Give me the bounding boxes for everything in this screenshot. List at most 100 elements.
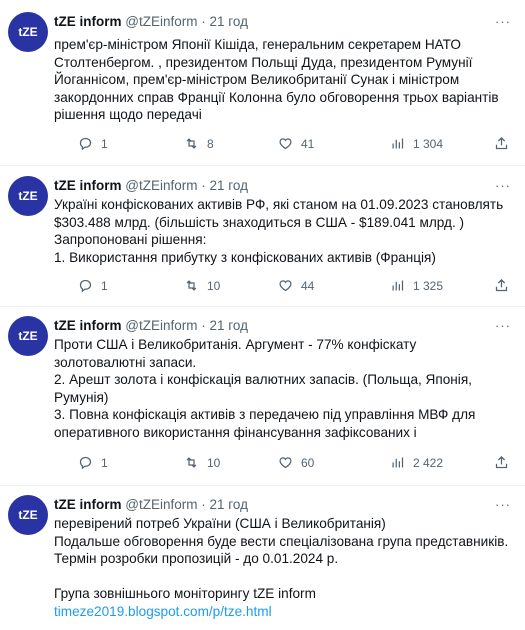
reply-count: 1 xyxy=(101,455,108,470)
text-line: Румунія) xyxy=(54,389,109,405)
more-options-icon[interactable]: ··· xyxy=(495,497,511,512)
reply-icon xyxy=(79,456,92,470)
retweet-button[interactable]: 10 xyxy=(184,455,220,470)
reply-count: 1 xyxy=(101,278,108,293)
text-line: прем'єр-міністром Японії Кішіда, генерал… xyxy=(54,37,461,52)
tweet-actions: 1 10 60 2 422 xyxy=(54,455,514,475)
separator-dot: · xyxy=(201,318,206,333)
more-options-icon[interactable]: ··· xyxy=(495,14,511,29)
like-button[interactable]: 41 xyxy=(278,136,314,151)
timestamp[interactable]: 21 год xyxy=(210,178,248,193)
more-options-icon[interactable]: ··· xyxy=(495,318,511,333)
retweet-icon xyxy=(186,457,197,468)
views-button[interactable]: 1 304 xyxy=(390,136,443,151)
views-chart-icon xyxy=(392,138,404,149)
retweet-count: 8 xyxy=(207,136,214,151)
text-line: 1. Використання прибутку з конфіскованих… xyxy=(54,249,436,265)
like-count: 44 xyxy=(301,278,315,293)
reply-button[interactable]: 1 xyxy=(78,455,108,470)
timestamp[interactable]: 21 год xyxy=(210,14,248,29)
text-line: $303.488 млрд. (більшість знаходиться в … xyxy=(54,214,465,230)
avatar[interactable]: tZE xyxy=(8,176,48,216)
tweet-header: tZE inform @tZEinform · 21 год xyxy=(54,14,248,29)
reply-icon xyxy=(79,279,92,293)
share-icon xyxy=(495,278,508,292)
timestamp[interactable]: 21 год xyxy=(210,497,248,512)
views-button[interactable]: 2 422 xyxy=(390,455,443,470)
like-count: 41 xyxy=(301,136,315,151)
text-line: Термін розробки пропозицій - до 0.01.202… xyxy=(54,551,339,566)
retweet-button[interactable]: 8 xyxy=(184,136,214,151)
reply-button[interactable]: 1 xyxy=(78,136,108,151)
text-line: Йоганнісом, прем'єр-міністром Великобрит… xyxy=(54,72,460,87)
views-chart-icon xyxy=(392,457,404,468)
tweet-header: tZE inform @tZEinform · 21 год xyxy=(54,178,248,193)
tweet-link[interactable]: timeze2019.blogspot.com/p/tze.html xyxy=(54,603,519,621)
author-name[interactable]: tZE inform xyxy=(54,318,122,333)
views-count: 2 422 xyxy=(413,455,444,470)
author-name[interactable]: tZE inform xyxy=(54,14,122,29)
retweet-icon xyxy=(186,280,197,291)
tweet-text: прем'єр-міністром Японії Кішіда, генерал… xyxy=(54,36,519,124)
heart-icon xyxy=(279,280,292,292)
reply-count: 1 xyxy=(101,136,108,151)
tweet-actions: 1 10 44 1 325 xyxy=(54,278,514,298)
heart-icon xyxy=(279,138,292,150)
text-line: 2. Арешт золота і конфіскація валютних з… xyxy=(54,372,472,387)
like-button[interactable]: 60 xyxy=(278,455,314,470)
text-line: Подальше обговорення буде вести спеціалі… xyxy=(54,533,509,549)
avatar[interactable]: tZE xyxy=(8,12,48,52)
text-line: оперативного використання фінансування з… xyxy=(54,424,417,440)
retweet-count: 10 xyxy=(207,455,221,470)
like-count: 60 xyxy=(301,455,315,470)
text-line: закордонних справ Франції Колонна було о… xyxy=(54,89,499,105)
author-name[interactable]: tZE inform xyxy=(54,178,122,193)
author-name[interactable]: tZE inform xyxy=(54,497,122,512)
share-button[interactable] xyxy=(494,136,517,151)
author-handle[interactable]: @tZEinform xyxy=(125,497,197,512)
tweet-text: Проти США і Великобританія. Аргумент - 7… xyxy=(54,336,519,441)
views-button[interactable]: 1 325 xyxy=(390,278,443,293)
reply-icon xyxy=(79,137,92,151)
tweet-text: Україні конфіскованих активів РФ, які ст… xyxy=(54,196,519,266)
tweet-header: tZE inform @tZEinform · 21 год xyxy=(54,318,248,333)
text-line: Проти США і Великобританія. Аргумент - 7… xyxy=(54,337,417,352)
tweet-thread: tZE tZE inform @tZEinform · 21 год ··· п… xyxy=(0,0,525,630)
retweet-icon xyxy=(186,138,197,149)
tweet-actions: 1 8 41 1 304 xyxy=(54,136,514,156)
tweet-2[interactable]: tZE tZE inform @tZEinform · 21 год ··· У… xyxy=(0,166,525,306)
share-icon xyxy=(495,455,508,469)
share-button[interactable] xyxy=(494,455,517,470)
author-handle[interactable]: @tZEinform xyxy=(125,318,197,333)
share-button[interactable] xyxy=(494,278,517,293)
text-line: Запропоновані рішення: xyxy=(54,232,207,247)
views-count: 1 304 xyxy=(413,136,444,151)
author-handle[interactable]: @tZEinform xyxy=(125,178,197,193)
more-options-icon[interactable]: ··· xyxy=(495,178,511,193)
avatar[interactable]: tZE xyxy=(8,495,48,535)
heart-icon xyxy=(279,457,292,469)
tweet-4[interactable]: tZE tZE inform @tZEinform · 21 год ··· п… xyxy=(0,486,525,630)
reply-button[interactable]: 1 xyxy=(78,278,108,293)
author-handle[interactable]: @tZEinform xyxy=(125,14,197,29)
text-line: перевірений потреб України (США і Велико… xyxy=(54,516,386,531)
tweet-1[interactable]: tZE tZE inform @tZEinform · 21 год ··· п… xyxy=(0,0,525,165)
retweet-button[interactable]: 10 xyxy=(184,278,220,293)
tweet-text: перевірений потреб України (США і Велико… xyxy=(54,515,519,620)
tweet-3[interactable]: tZE tZE inform @tZEinform · 21 год ··· П… xyxy=(0,307,525,485)
text-line: золотовалютні запаси. xyxy=(54,354,197,370)
text-line: рішення щодо передачі xyxy=(54,107,202,122)
avatar[interactable]: tZE xyxy=(8,316,48,356)
text-line: Група зовнішнього моніторингу tZE inform xyxy=(54,586,316,601)
share-icon xyxy=(495,136,508,150)
text-line: Україні конфіскованих активів РФ, які ст… xyxy=(54,197,504,212)
views-count: 1 325 xyxy=(413,278,444,293)
text-line: Столтенбергом. , президентом Польщі Дуда… xyxy=(54,54,473,70)
retweet-count: 10 xyxy=(207,278,221,293)
like-button[interactable]: 44 xyxy=(278,278,314,293)
text-line: 3. Повна конфіскація активів з передачею… xyxy=(54,407,476,422)
tweet-header: tZE inform @tZEinform · 21 год xyxy=(54,497,248,512)
timestamp[interactable]: 21 год xyxy=(210,318,248,333)
separator-dot: · xyxy=(201,178,206,193)
